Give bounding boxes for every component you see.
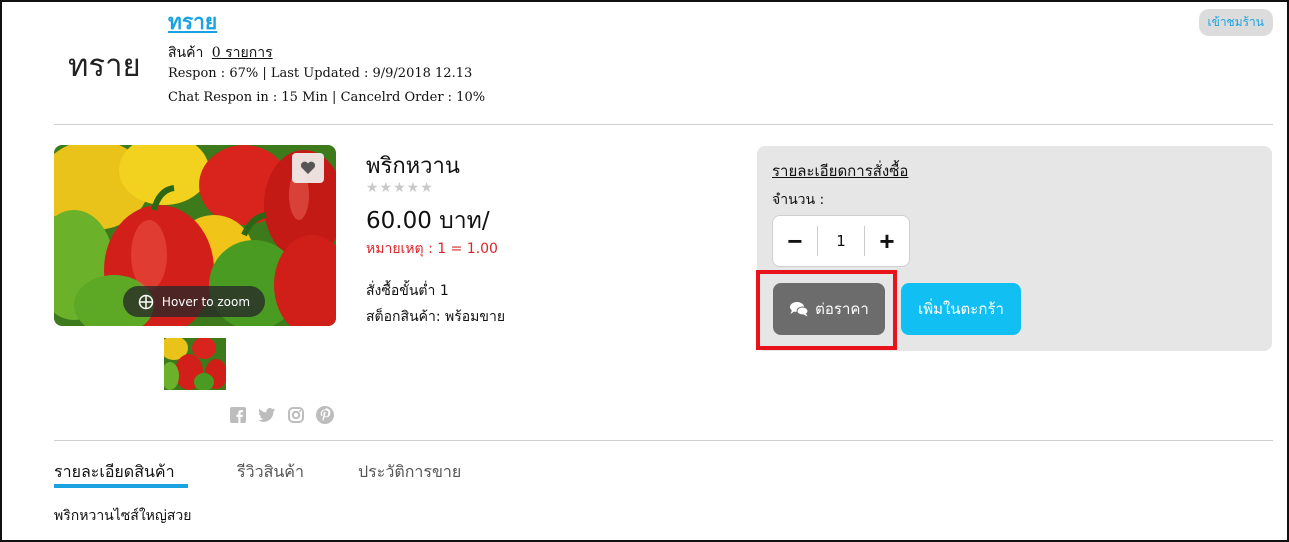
visit-shop-button[interactable]: เข้าชมร้าน [1198,9,1273,36]
shop-stats-line-2: Chat Respon in : 15 Min | Cancelrd Order… [168,90,486,105]
pinterest-icon[interactable] [316,406,334,424]
tab-sales-history[interactable]: ประวัติการขาย [358,460,461,485]
social-share-icons [229,406,334,424]
shop-logo: ทราย [68,48,141,84]
crosshair-icon [138,294,154,309]
order-details-title[interactable]: รายละเอียดการสั่งซื้อ [772,159,908,183]
rating-stars: ★★★★★ [366,180,434,196]
heart-icon[interactable] [292,153,324,183]
product-price: 60.00 บาท/ [366,208,490,234]
header-divider [54,124,1273,125]
bell-pepper-thumbnail [164,338,226,390]
product-thumbnail[interactable] [164,338,226,390]
product-description: พริกหวานไซส์ใหญ่สวย [54,508,192,524]
highlight-box [756,270,897,350]
quantity-stepper: − 1 + [772,215,910,267]
shop-stats-line-1: Respon : 67% | Last Updated : 9/9/2018 1… [168,66,473,81]
shop-products-count-link[interactable]: 0 รายการ [212,45,273,61]
shop-products-label: สินค้า [168,45,204,61]
zoom-hint-label: Hover to zoom [161,294,251,309]
price-note: หมายเหตุ : 1 = 1.00 [366,241,498,257]
tab-product-reviews[interactable]: รีวิวสินค้า [237,460,304,485]
shop-product-count: สินค้า 0 รายการ [168,42,273,64]
minimum-order: สั่งซื้อขั้นต่ำ 1 [366,283,449,299]
tabs-divider [54,440,1273,441]
add-to-cart-button[interactable]: เพิ่มในตะกร้า [901,283,1021,335]
decrease-quantity-button[interactable]: − [773,216,817,266]
facebook-icon[interactable] [229,406,247,424]
tab-product-details[interactable]: รายละเอียดสินค้า [54,460,175,485]
instagram-icon[interactable] [287,406,305,424]
increase-quantity-button[interactable]: + [865,216,909,266]
stock-status: สต็อกสินค้า: พร้อมขาย [366,309,506,325]
quantity-label: จำนวน : [772,192,825,208]
quantity-input[interactable]: 1 [817,226,865,256]
shop-name-link[interactable]: ทราย [168,6,217,39]
product-title: พริกหวาน [366,154,460,179]
twitter-icon[interactable] [258,406,276,424]
hover-to-zoom-hint: Hover to zoom [123,286,265,317]
active-tab-indicator [54,484,188,488]
